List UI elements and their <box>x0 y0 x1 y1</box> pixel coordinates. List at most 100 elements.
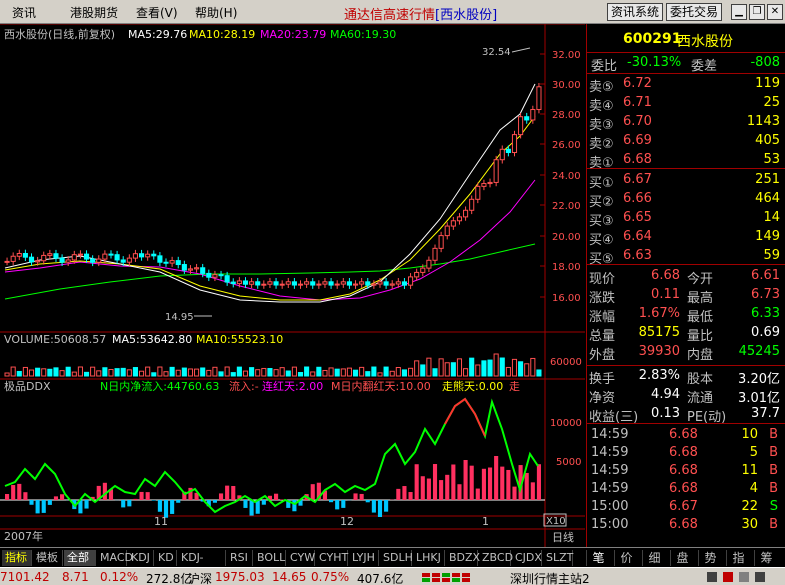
indicator-tab-bdzx[interactable]: BDZX <box>446 550 480 566</box>
ddx-bar <box>341 500 346 508</box>
stat-value: 39930 <box>638 344 680 359</box>
ddx-bar <box>500 466 505 500</box>
indicator-tab-2[interactable]: 全部 <box>64 550 96 566</box>
candle-body <box>304 281 310 285</box>
server-label[interactable]: 深圳行情主站2 <box>510 570 590 585</box>
ddx-bar <box>121 500 126 508</box>
volume-bar <box>536 369 542 377</box>
candle-body <box>469 198 475 211</box>
indicator-tab-bar: 指标模板全部MACDKDJKDKDJ-TDXRSIBOLLCYWCYHTLYJH… <box>0 547 785 580</box>
ddx-bar <box>41 500 46 513</box>
menu-view[interactable]: 查看(V) <box>136 4 178 21</box>
menu-help[interactable]: 帮助(H) <box>195 4 237 21</box>
ddx-bar <box>102 482 107 500</box>
kline-chart-area[interactable]: 西水股份(日线,前复权) MA5:29.76 MA10:28.19 MA20:2… <box>0 23 585 547</box>
trade-button[interactable]: 委托交易 <box>666 3 722 21</box>
volume-bar <box>236 366 242 377</box>
indicator-tab-cyht[interactable]: CYHT <box>316 550 348 566</box>
restore-icon[interactable]: ❐ <box>749 4 765 20</box>
indicator-tab-cyw[interactable]: CYW <box>287 550 315 566</box>
buy-level-price: 6.66 <box>623 191 652 206</box>
tick-row: 15:00 6.68 30 B <box>587 516 785 534</box>
menu-hk-futures[interactable]: 港股期货 <box>70 4 118 21</box>
minimize-icon[interactable]: ▁ <box>731 4 747 20</box>
candle-body <box>383 281 389 286</box>
volume-bar <box>126 369 132 377</box>
panel-tab-6[interactable]: 筹 <box>754 550 778 566</box>
volume-bar <box>291 366 297 377</box>
candle-body <box>77 253 83 256</box>
volume-bar <box>175 369 181 377</box>
fund-label: 流通 <box>687 391 714 406</box>
menu-info[interactable]: 资讯 <box>12 4 36 21</box>
ddx-bar <box>11 485 16 500</box>
candle-body <box>395 281 401 285</box>
indicator-tab-rsi[interactable]: RSI <box>227 550 253 566</box>
chart-header-name: 西水股份(日线,前复权) <box>4 27 115 41</box>
indicator-tab-kdj[interactable]: KDJ <box>128 550 154 566</box>
panel-tab-1[interactable]: 价 <box>614 550 638 566</box>
volume-bar <box>194 368 200 377</box>
panel-tab-2[interactable]: 细 <box>642 550 666 566</box>
indicator-tab-0[interactable]: 指标 <box>2 550 32 566</box>
info-system-button[interactable]: 资讯系统 <box>607 3 663 21</box>
tick-price: 6.68 <box>669 463 698 478</box>
ma10-line <box>4 115 536 301</box>
ddx-bar <box>17 483 22 500</box>
close-icon[interactable]: ✕ <box>767 4 783 20</box>
volume-ma10: MA10:55523.10 <box>196 333 283 346</box>
ddx-bar <box>292 500 297 512</box>
indicator-tab-boll[interactable]: BOLL <box>254 550 286 566</box>
indicator-tab-zbcd[interactable]: ZBCD <box>479 550 513 566</box>
candle-body <box>291 281 297 286</box>
sell-level-row: 卖⑤ 6.72 119 <box>587 75 785 95</box>
candle-body <box>352 283 359 286</box>
volume-header: VOLUME:50608.57 <box>4 333 106 346</box>
price-tick-label: 32.00 <box>552 50 581 61</box>
ddx-bar <box>530 482 535 500</box>
kline-chart-svg[interactable]: 西水股份(日线,前复权) MA5:29.76 MA10:28.19 MA20:2… <box>0 23 585 547</box>
ddx-bar <box>23 492 28 500</box>
fund-label: 股本 <box>687 372 714 387</box>
panel-tab-3[interactable]: 盘 <box>670 550 694 566</box>
candle-body <box>346 281 352 286</box>
volume-bar <box>261 367 267 377</box>
candle-body <box>187 268 194 271</box>
indicator-tab-1[interactable]: 模板 <box>33 550 63 566</box>
indicator-tab-sdlh[interactable]: SDLH <box>380 550 413 566</box>
sell-level-price: 6.71 <box>623 95 652 110</box>
volume-bar <box>334 368 340 377</box>
indicator-tab-lhkj[interactable]: LHKJ <box>413 550 445 566</box>
candle-body <box>359 281 365 285</box>
indicator-tab-cjdx[interactable]: CJDX <box>512 550 542 566</box>
sell-level-row: 卖③ 6.70 1143 <box>587 113 785 133</box>
panel-tab-0[interactable]: 笔 <box>586 550 610 566</box>
status-bar: 7101.42 8.71 0.12% 272.8亿 沪深 1975.03 14.… <box>0 567 785 585</box>
indicator-tab-kd[interactable]: KD <box>155 550 177 566</box>
volume-bar <box>450 362 456 377</box>
quote-stat-row: 现价 6.68 今开 6.61 <box>587 267 785 287</box>
stat-value: 6.61 <box>751 268 780 283</box>
tick-price: 6.68 <box>669 427 698 442</box>
indicator-tab-slzt[interactable]: SLZT <box>543 550 573 566</box>
indicator-tab-lyjh[interactable]: LYJH <box>349 550 379 566</box>
period-label[interactable]: 日线 <box>552 530 574 544</box>
volume-bar <box>487 359 493 377</box>
indicator-tab-kdjtdx[interactable]: KDJ-TDX <box>178 550 226 580</box>
ma60-label: MA60:19.30 <box>330 28 396 41</box>
tick-row: 15:00 6.67 22 S <box>587 498 785 516</box>
quote-panel: 600291 西水股份 委比 -30.13% 委差 -808 卖⑤ 6.72 119… <box>586 24 785 547</box>
sell-level-volume: 405 <box>755 133 780 148</box>
candle-body <box>65 259 71 263</box>
candle-body <box>267 281 273 285</box>
candle-body <box>365 281 371 286</box>
candle-body <box>83 253 90 260</box>
ddx-title: 极品DDX <box>4 379 51 393</box>
tick-volume: 11 <box>741 463 758 478</box>
indicator-tab-macd[interactable]: MACD <box>97 550 133 566</box>
candle-body <box>505 148 511 154</box>
panel-tab-5[interactable]: 指 <box>726 550 750 566</box>
panel-tab-4[interactable]: 势 <box>698 550 722 566</box>
tick-row: 14:59 6.68 10 B <box>587 426 785 444</box>
tick-direction: S <box>769 499 778 514</box>
